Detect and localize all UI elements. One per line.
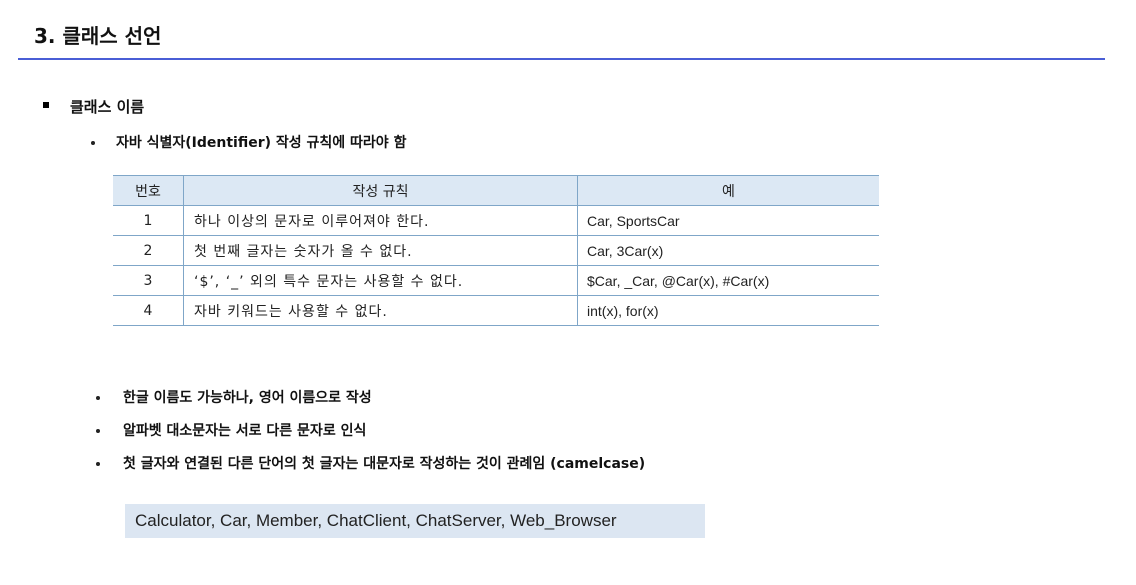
section-heading: 클래스 이름 [70, 98, 145, 116]
row-rule: 첫 번째 글자는 숫자가 올 수 없다. [183, 235, 578, 266]
bullet-dot-icon [96, 396, 100, 400]
bullet-korean-names: 한글 이름도 가능하나, 영어 이름으로 작성 [123, 390, 372, 406]
row-example: Car, SportsCar [577, 205, 879, 236]
bullet-camelcase: 첫 글자와 연결된 다른 단어의 첫 글자는 대문자로 작성하는 것이 관례임 … [123, 456, 646, 472]
square-bullet-icon [43, 102, 49, 108]
row-number: 4 [113, 295, 184, 326]
table-row: 2 첫 번째 글자는 숫자가 올 수 없다. Car, 3Car(x) [113, 235, 879, 266]
title-underline [18, 58, 1105, 60]
page-title: 3. 클래스 선언 [34, 24, 162, 48]
row-number: 1 [113, 205, 184, 236]
row-example: $Car, _Car, @Car(x), #Car(x) [577, 265, 879, 296]
bullet-dot-icon [96, 462, 100, 466]
header-example: 예 [577, 175, 879, 206]
row-number: 3 [113, 265, 184, 296]
table-row: 3 ‘$’, ‘_’ 외의 특수 문자는 사용할 수 없다. $Car, _Ca… [113, 265, 879, 296]
identifier-rules-table: 번호 작성 규칙 예 1 하나 이상의 문자로 이루어져야 한다. Car, S… [113, 175, 879, 326]
bullet-dot-icon [96, 429, 100, 433]
header-number: 번호 [113, 175, 184, 206]
header-rule: 작성 규칙 [183, 175, 578, 206]
table-row: 4 자바 키워드는 사용할 수 없다. int(x), for(x) [113, 295, 879, 326]
row-example: Car, 3Car(x) [577, 235, 879, 266]
row-rule: 하나 이상의 문자로 이루어져야 한다. [183, 205, 578, 236]
row-number: 2 [113, 235, 184, 266]
example-class-names: Calculator, Car, Member, ChatClient, Cha… [125, 504, 705, 538]
row-rule: 자바 키워드는 사용할 수 없다. [183, 295, 578, 326]
row-example: int(x), for(x) [577, 295, 879, 326]
row-rule: ‘$’, ‘_’ 외의 특수 문자는 사용할 수 없다. [183, 265, 578, 296]
rule-intro: 자바 식별자(Identifier) 작성 규칙에 따라야 함 [116, 135, 407, 151]
table-row: 1 하나 이상의 문자로 이루어져야 한다. Car, SportsCar [113, 205, 879, 236]
bullet-case-sensitive: 알파벳 대소문자는 서로 다른 문자로 인식 [123, 423, 367, 439]
table-header-row: 번호 작성 규칙 예 [113, 175, 879, 206]
bullet-dot-icon [91, 141, 95, 145]
